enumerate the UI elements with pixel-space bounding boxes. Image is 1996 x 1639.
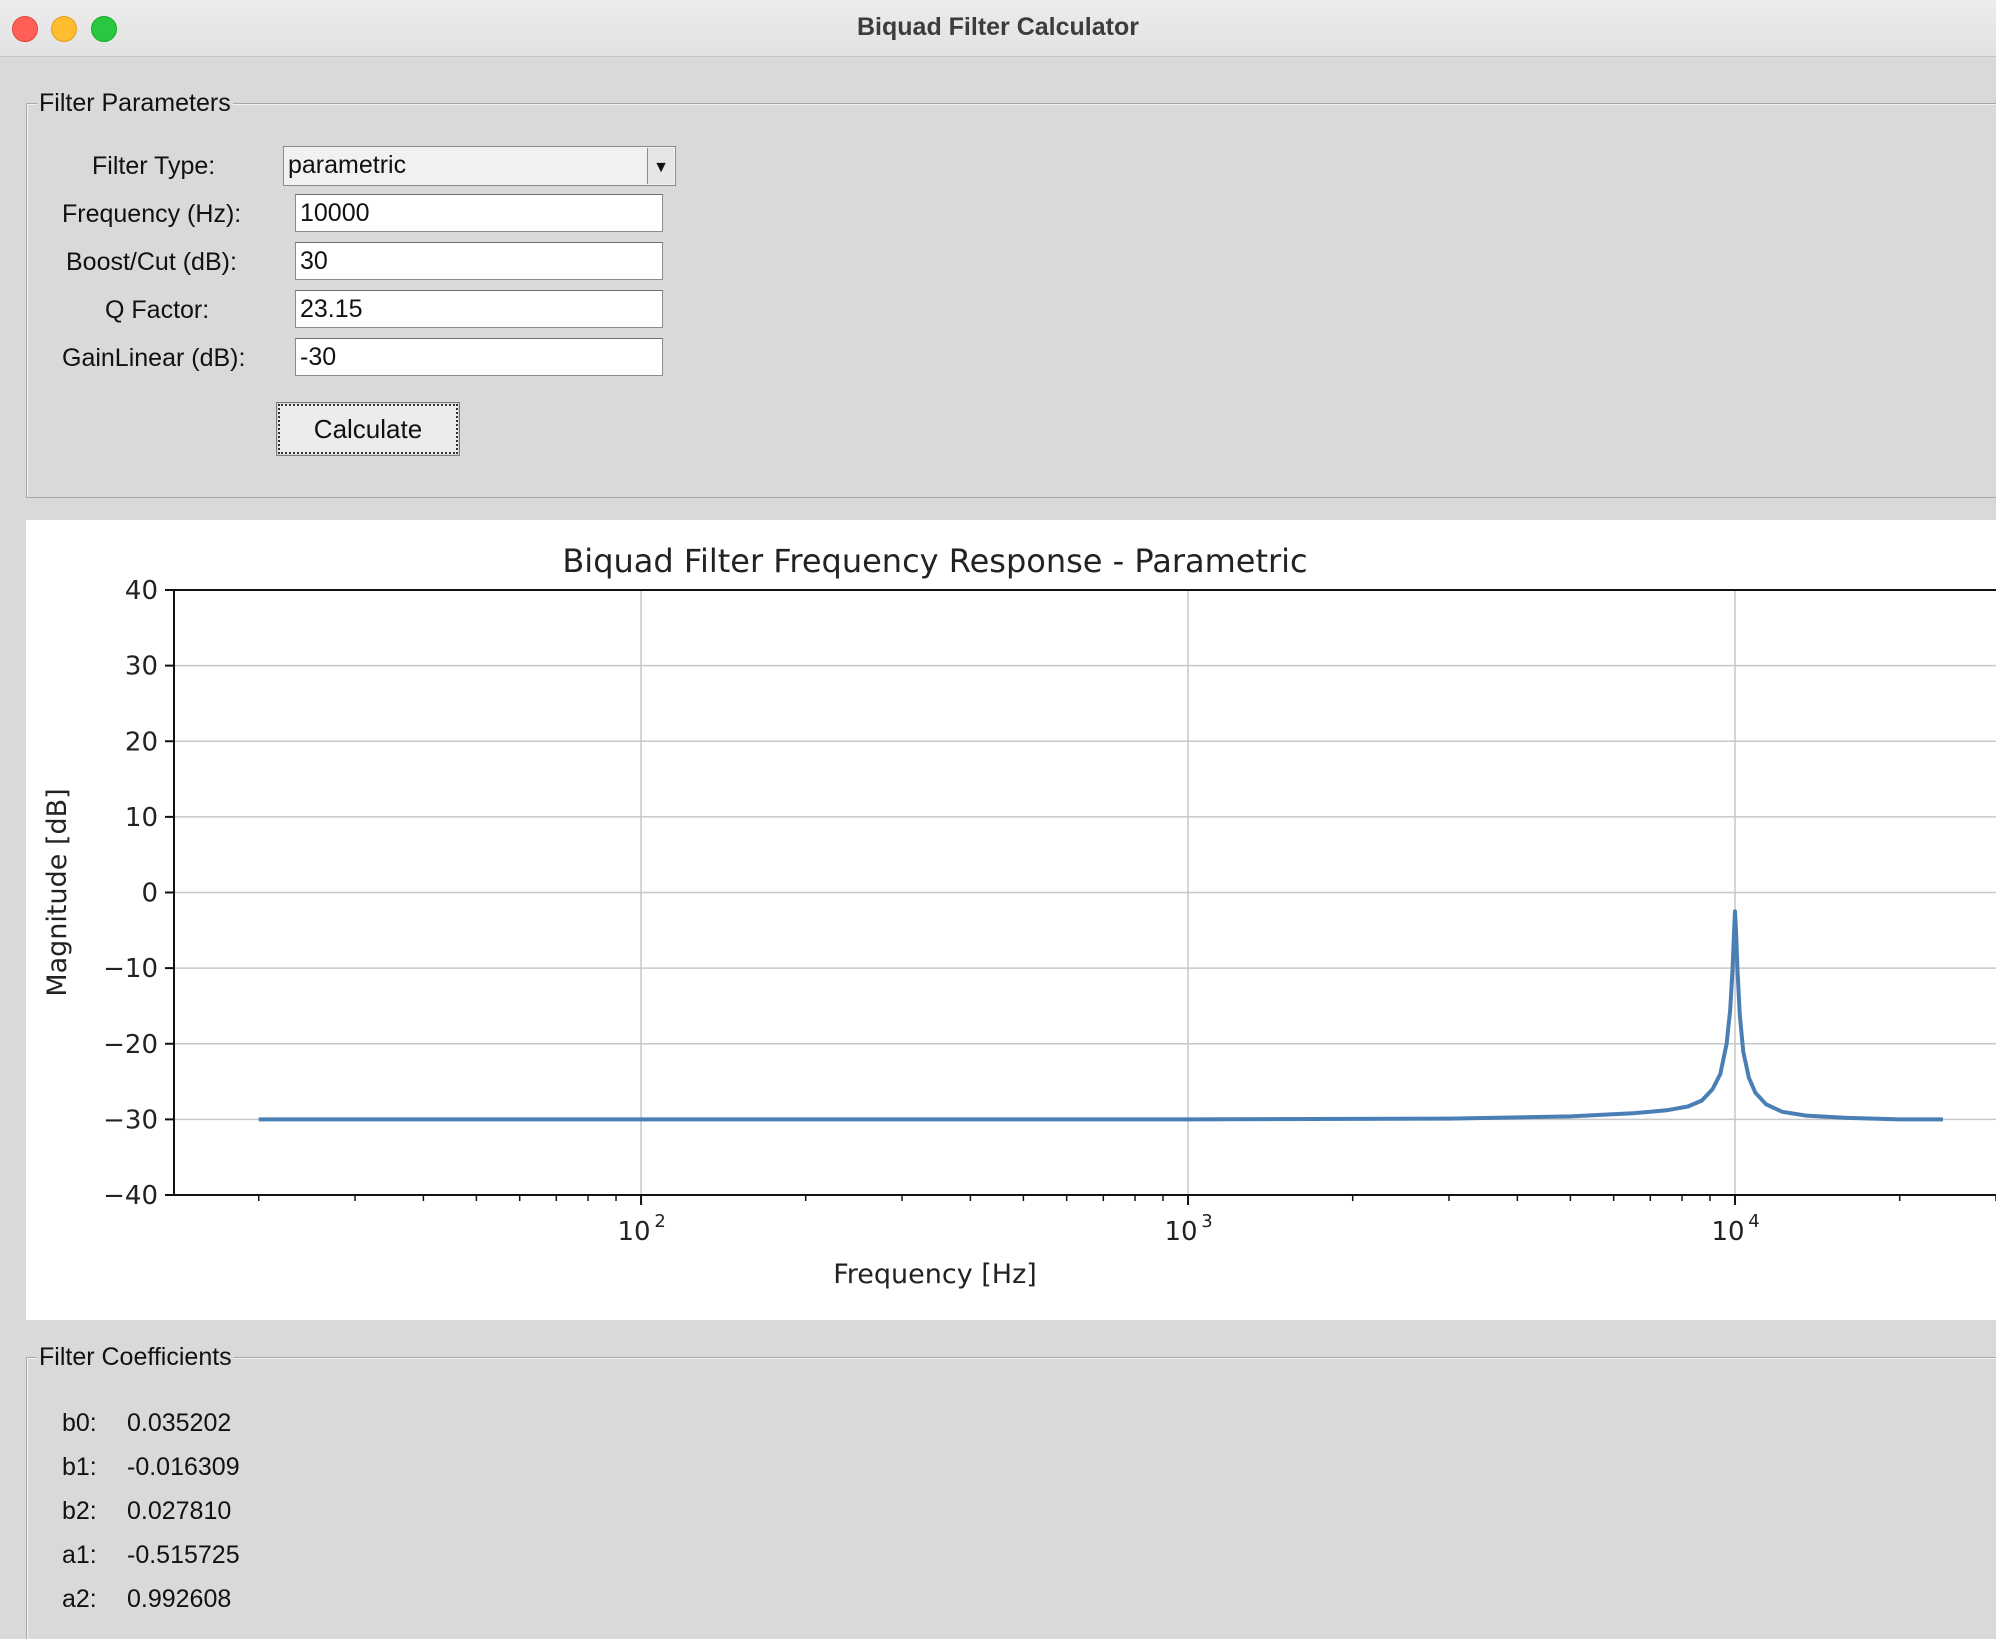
coefficient-name: b1: [62,1453,97,1481]
response-curve [258,909,1943,1122]
gain-linear-label: GainLinear (dB): [62,344,246,372]
filter-type-value: parametric [288,151,407,179]
y-tick-label: −40 [103,1181,158,1211]
filter-type-label: Filter Type: [92,152,216,180]
filter-coefficients-group: Filter Coefficients b0: 0.035202 b1: -0.016… [26,1342,1996,1639]
y-tick-label: −30 [103,1105,158,1135]
coefficient-name: a2: [62,1585,97,1613]
y-tick-label: 20 [125,727,158,757]
gain-linear-input[interactable] [295,338,663,376]
coefficient-value: 0.035202 [127,1409,232,1437]
coefficient-value: -0.515725 [127,1541,240,1569]
filter-parameters-group: Filter Parameters Filter Type: parametri… [26,88,1996,498]
chart-svg: Biquad Filter Frequency Response - Param… [42,542,1996,1290]
x-tick-label: 10 [1711,1217,1744,1247]
y-tick-label: 0 [141,879,158,909]
x-tick-label: 10 [618,1217,651,1247]
chart-title: Biquad Filter Frequency Response - Param… [562,542,1307,580]
y-tick-label: 10 [125,803,158,833]
y-tick-label: −20 [103,1030,158,1060]
x-tick-exponent: 3 [1201,1211,1212,1232]
filter-parameters-legend: Filter Parameters [37,88,233,118]
x-tick-exponent: 4 [1748,1211,1759,1232]
chevron-down-icon[interactable]: ▼ [647,148,674,184]
boost-cut-input[interactable] [295,242,663,280]
coefficient-value: 0.992608 [127,1585,232,1613]
coefficient-name: b2: [62,1497,97,1525]
frequency-label: Frequency (Hz): [62,200,242,228]
x-axis-label: Frequency [Hz] [833,1259,1037,1290]
calculate-button[interactable]: Calculate [276,402,460,456]
title-bar: Biquad Filter Calculator [0,0,1996,57]
frequency-response-chart: Biquad Filter Frequency Response - Param… [26,520,1996,1320]
q-factor-input[interactable] [295,290,663,328]
filter-coefficients-legend: Filter Coefficients [37,1342,234,1372]
y-axis-label: Magnitude [dB] [42,788,73,996]
boost-cut-label: Boost/Cut (dB): [66,248,237,276]
coefficient-value: 0.027810 [127,1497,232,1525]
x-tick-exponent: 2 [654,1211,665,1232]
x-tick-label: 10 [1164,1217,1197,1247]
y-tick-label: 30 [125,652,158,682]
filter-type-select[interactable]: parametric ▼ [283,146,676,186]
coefficient-value: -0.016309 [127,1453,240,1481]
y-tick-label: 40 [125,576,158,606]
y-tick-label: −10 [103,954,158,984]
coefficient-name: a1: [62,1541,97,1569]
q-factor-label: Q Factor: [105,296,210,324]
coefficient-name: b0: [62,1409,97,1437]
frequency-input[interactable] [295,194,663,232]
window-title: Biquad Filter Calculator [857,13,1139,41]
